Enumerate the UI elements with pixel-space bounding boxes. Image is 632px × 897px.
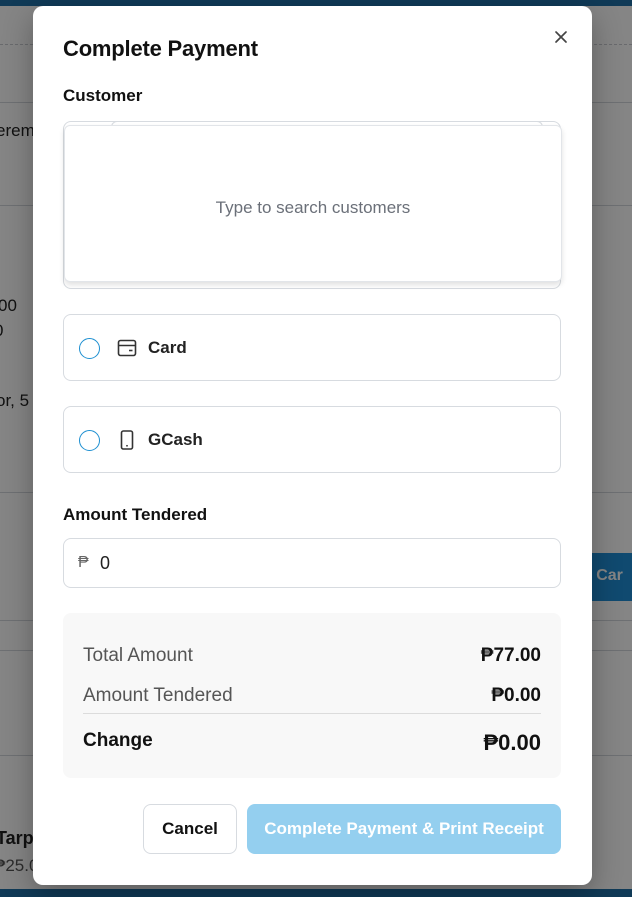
dropdown-empty-message: Type to search customers <box>215 198 411 217</box>
cancel-button[interactable]: Cancel <box>143 804 237 854</box>
mobile-phone-icon <box>116 429 138 451</box>
customer-label: Customer <box>63 86 143 105</box>
gcash-radio[interactable] <box>79 430 100 451</box>
amount-tendered-value[interactable]: 0 <box>100 553 110 574</box>
customer-dropdown: Type to search customers <box>64 125 562 282</box>
card-icon <box>116 337 138 359</box>
card-radio[interactable] <box>79 338 100 359</box>
complete-payment-button[interactable]: Complete Payment & Print Receipt <box>247 804 561 854</box>
summary-amount-tendered-label: Amount Tendered <box>83 685 233 706</box>
summary-divider <box>83 713 541 714</box>
change-label: Change <box>83 730 153 751</box>
gcash-label: GCash <box>148 430 203 449</box>
peso-prefix: ₱ <box>78 554 89 571</box>
payment-summary: Total Amount ₱77.00 Amount Tendered ₱0.0… <box>63 613 561 778</box>
modal-title: Complete Payment <box>63 36 258 61</box>
complete-payment-modal: Complete Payment Customer Type to search… <box>33 6 592 885</box>
total-amount-value: ₱77.00 <box>480 645 541 666</box>
amount-tendered-input[interactable]: ₱ 0 <box>63 538 561 588</box>
payment-method-gcash[interactable]: GCash <box>63 406 561 473</box>
close-icon <box>555 31 567 43</box>
summary-amount-tendered-value: ₱0.00 <box>491 685 541 706</box>
close-button[interactable] <box>550 26 572 48</box>
payment-method-card[interactable]: Card <box>63 314 561 381</box>
change-value: ₱0.00 <box>483 730 542 755</box>
amount-tendered-label: Amount Tendered <box>63 505 208 524</box>
card-label: Card <box>148 338 187 357</box>
total-amount-label: Total Amount <box>83 645 193 666</box>
